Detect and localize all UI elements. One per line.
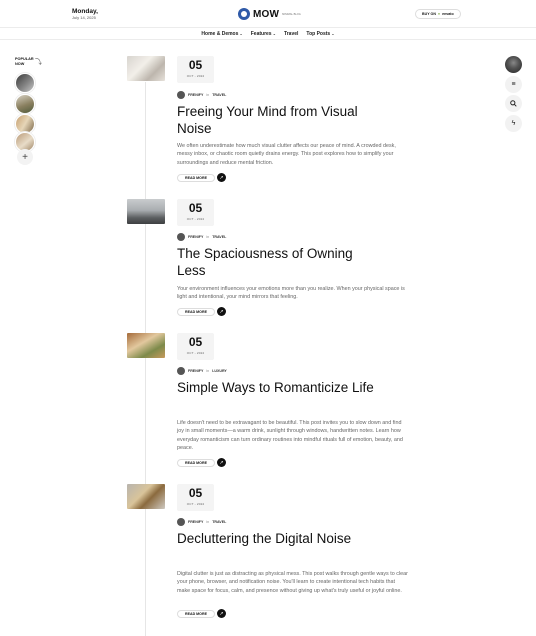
author-avatar[interactable]	[177, 91, 185, 99]
post-author[interactable]: FRENIFY	[188, 93, 203, 97]
read-more-button[interactable]: READ MORE	[177, 307, 215, 316]
site-logo[interactable]: MOW MINIMAL BLOG	[238, 8, 304, 20]
arrow-up-right-icon[interactable]: ↗	[216, 458, 226, 467]
header-date: July 14, 2025	[72, 15, 96, 20]
nav-label: Travel	[283, 30, 299, 37]
nav-label: Top Posts	[306, 30, 331, 37]
post-meta: FRENIFY in LUXURY	[177, 367, 227, 375]
post-card: 05 OCT - 2024 FRENIFY in TRAVEL Freeing …	[127, 56, 427, 186]
author-avatar[interactable]	[177, 518, 185, 526]
post-meta: FRENIFY in TRAVEL	[177, 91, 226, 99]
search-icon[interactable]	[505, 95, 522, 112]
buy-label: BUY ON	[422, 12, 436, 16]
post-excerpt: Digital clutter is just as distracting a…	[177, 571, 408, 594]
meta-in: in	[206, 369, 210, 373]
curved-arrow-icon: ⤵	[35, 59, 42, 66]
nav-features[interactable]: Features⌄	[251, 31, 276, 37]
author-avatar[interactable]	[177, 367, 185, 375]
nav-label: Features	[250, 30, 272, 37]
post-meta: FRENIFY in TRAVEL	[177, 233, 226, 241]
post-title[interactable]: Decluttering the Digital Noise	[177, 531, 377, 548]
post-category[interactable]: TRAVEL	[212, 235, 226, 239]
add-icon[interactable]: +	[17, 149, 33, 165]
popular-post-thumb[interactable]	[15, 94, 35, 114]
post-day: 05	[188, 58, 203, 72]
post-thumbnail[interactable]	[127, 484, 165, 509]
logo-tagline: MINIMAL BLOG	[282, 12, 301, 16]
envato-icon: ●	[437, 12, 441, 16]
post-date: 05 OCT - 2024	[177, 199, 214, 226]
chevron-down-icon: ⌄	[239, 30, 243, 36]
popular-post-thumb[interactable]	[15, 73, 35, 93]
nav-home-demos[interactable]: Home & Demos⌄	[201, 31, 242, 37]
post-category[interactable]: LUXURY	[212, 369, 227, 373]
post-month: OCT - 2024	[186, 217, 205, 221]
post-month: OCT - 2024	[186, 502, 205, 506]
post-excerpt: We often underestimate how much visual c…	[177, 143, 396, 166]
read-more-button[interactable]: READ MORE	[177, 458, 215, 467]
post-title[interactable]: Simple Ways to Romanticize Life	[177, 380, 377, 397]
arrow-up-right-icon[interactable]: ↗	[216, 173, 226, 182]
read-more[interactable]: READ MORE ↗	[177, 609, 226, 618]
post-excerpt: Your environment influences your emotion…	[177, 286, 405, 301]
read-more-button[interactable]: READ MORE	[177, 609, 215, 618]
post-thumbnail[interactable]	[127, 56, 165, 81]
meta-in: in	[206, 235, 210, 239]
popular-now-label: POPULAR NOW	[15, 57, 34, 66]
buy-button[interactable]: BUY ON ● envato	[415, 9, 461, 19]
post-author[interactable]: FRENIFY	[188, 369, 203, 373]
post-date: 05 OCT - 2024	[177, 484, 214, 511]
logo-icon	[238, 8, 250, 20]
post-thumbnail[interactable]	[127, 333, 165, 358]
bolt-icon[interactable]: ϟ	[505, 115, 522, 132]
arrow-up-right-icon[interactable]: ↗	[216, 609, 226, 618]
buy-brand: envato	[442, 12, 454, 16]
post-date: 05 OCT - 2024	[177, 56, 214, 83]
menu-icon[interactable]: ≡	[505, 76, 522, 93]
read-more[interactable]: READ MORE ↗	[177, 173, 226, 182]
post-excerpt: Life doesn't need to be extravagant to b…	[177, 420, 403, 451]
user-avatar[interactable]	[505, 56, 522, 73]
nav-travel[interactable]: Travel	[284, 31, 298, 37]
post-date: 05 OCT - 2024	[177, 333, 214, 360]
post-author[interactable]: FRENIFY	[188, 235, 203, 239]
meta-in: in	[206, 93, 210, 97]
post-card: 05 OCT - 2024 FRENIFY in LUXURY Simple W…	[127, 333, 427, 473]
post-month: OCT - 2024	[186, 74, 205, 78]
popular-post-thumb[interactable]	[15, 114, 35, 134]
header-day: Monday,	[72, 8, 98, 15]
post-thumbnail[interactable]	[127, 199, 165, 224]
read-more-button[interactable]: READ MORE	[177, 173, 215, 182]
logo-text: MOW	[253, 8, 280, 20]
popular-now-rail: POPULAR NOW ⤵ +	[15, 57, 42, 165]
post-meta: FRENIFY in TRAVEL	[177, 518, 226, 526]
post-author[interactable]: FRENIFY	[188, 520, 203, 524]
chevron-down-icon: ⌄	[272, 30, 276, 36]
post-title[interactable]: The Spaciousness of Owning Less	[177, 246, 377, 279]
site-header: Monday, July 14, 2025 MOW MINIMAL BLOG B…	[0, 0, 536, 28]
post-card: 05 OCT - 2024 FRENIFY in TRAVEL The Spac…	[127, 199, 427, 319]
nav-top-posts[interactable]: Top Posts⌄	[306, 31, 334, 37]
post-day: 05	[188, 335, 203, 349]
main-nav: Home & Demos⌄ Features⌄ Travel Top Posts…	[0, 28, 536, 40]
post-card: 05 OCT - 2024 FRENIFY in TRAVEL Declutte…	[127, 484, 427, 624]
nav-label: Home & Demos	[201, 30, 239, 37]
post-title[interactable]: Freeing Your Mind from Visual Noise	[177, 104, 377, 137]
arrow-up-right-icon[interactable]: ↗	[216, 307, 226, 316]
meta-in: in	[206, 520, 210, 524]
post-month: OCT - 2024	[186, 351, 205, 355]
post-category[interactable]: TRAVEL	[212, 520, 226, 524]
post-category[interactable]: TRAVEL	[212, 93, 226, 97]
author-avatar[interactable]	[177, 233, 185, 241]
post-day: 05	[188, 486, 203, 500]
chevron-down-icon: ⌄	[331, 30, 335, 36]
post-day: 05	[188, 201, 203, 215]
read-more[interactable]: READ MORE ↗	[177, 307, 226, 316]
read-more[interactable]: READ MORE ↗	[177, 458, 226, 467]
